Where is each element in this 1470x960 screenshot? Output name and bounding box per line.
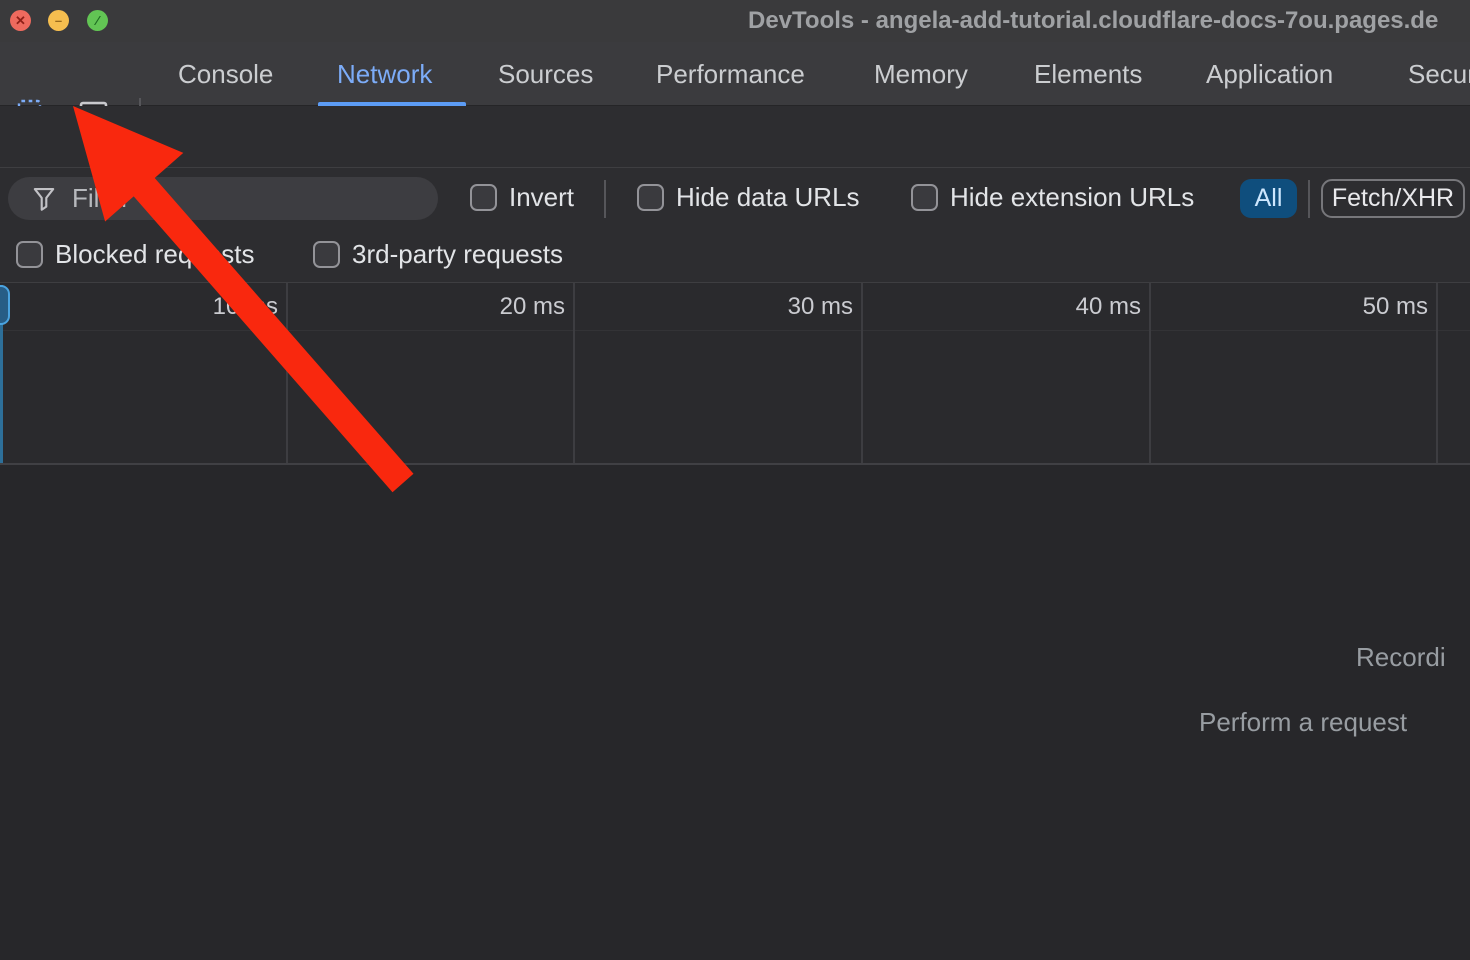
grid-line xyxy=(286,283,288,463)
close-icon: ✕ xyxy=(15,14,26,27)
close-window-button[interactable]: ✕ xyxy=(10,10,31,31)
checkbox-box xyxy=(470,184,497,211)
devtools-window: { "window": { "title": "DevTools - angel… xyxy=(0,0,1470,960)
timeline-tick-30ms: 30 ms xyxy=(788,293,853,321)
network-filter-bar: Invert Hide data URLs Hide extension URL… xyxy=(0,168,1470,228)
grid-line xyxy=(1436,283,1438,463)
tab-sources[interactable]: Sources xyxy=(498,42,593,106)
tab-network[interactable]: Network xyxy=(337,42,432,106)
tab-security[interactable]: Security xyxy=(1408,42,1470,106)
tab-application[interactable]: Application xyxy=(1206,42,1333,106)
third-party-requests-label: 3rd-party requests xyxy=(352,241,563,268)
hide-extension-urls-checkbox[interactable]: Hide extension URLs xyxy=(911,184,1194,211)
checkbox-box xyxy=(637,184,664,211)
blocked-requests-label: Blocked requests xyxy=(55,241,254,268)
third-party-requests-checkbox[interactable]: 3rd-party requests xyxy=(313,241,563,268)
minimize-window-button[interactable]: – xyxy=(48,10,69,31)
tab-console[interactable]: Console xyxy=(178,42,273,106)
filter-input[interactable] xyxy=(70,182,404,215)
hide-data-urls-label: Hide data URLs xyxy=(676,184,860,211)
checkbox-box xyxy=(911,184,938,211)
grid-line xyxy=(861,283,863,463)
request-type-chip-fetch-xhr[interactable]: Fetch/XHR xyxy=(1321,179,1465,218)
overview-label-separator xyxy=(0,330,1470,331)
timeline-tick-40ms: 40 ms xyxy=(1076,293,1141,321)
tab-elements[interactable]: Elements xyxy=(1034,42,1142,106)
title-bar: ✕ – ⁄ DevTools - angela-add-tutorial.clo… xyxy=(0,0,1470,42)
zoom-window-button[interactable]: ⁄ xyxy=(87,10,108,31)
network-requests-panel: Recordi Perform a request xyxy=(0,465,1470,960)
recording-status-text: Recordi xyxy=(1356,641,1446,673)
hide-data-urls-checkbox[interactable]: Hide data URLs xyxy=(637,184,860,211)
tab-memory[interactable]: Memory xyxy=(874,42,968,106)
request-type-chip-all[interactable]: All xyxy=(1240,179,1297,218)
hide-extension-urls-label: Hide extension URLs xyxy=(950,184,1194,211)
perform-request-hint-text: Perform a request xyxy=(1199,706,1407,738)
network-filter-bar-row2: Blocked requests 3rd-party requests xyxy=(0,228,1470,283)
checkbox-box xyxy=(313,241,340,268)
divider xyxy=(604,180,606,218)
minimize-icon: – xyxy=(55,14,62,27)
window-title: DevTools - angela-add-tutorial.cloudflar… xyxy=(748,0,1438,42)
invert-label: Invert xyxy=(509,184,574,211)
blocked-requests-checkbox[interactable]: Blocked requests xyxy=(16,241,254,268)
network-overview-timeline[interactable]: 10 ms 20 ms 30 ms 40 ms 50 ms xyxy=(0,283,1470,465)
devtools-tab-bar: Console Network Sources Performance Memo… xyxy=(0,42,1470,106)
tab-performance[interactable]: Performance xyxy=(656,42,805,106)
checkbox-box xyxy=(16,241,43,268)
timeline-tick-50ms: 50 ms xyxy=(1363,293,1428,321)
timeline-tick-10ms: 10 ms xyxy=(213,293,278,321)
fullscreen-icon: ⁄ xyxy=(96,14,98,27)
invert-filter-checkbox[interactable]: Invert xyxy=(470,184,574,211)
overview-drag-handle[interactable] xyxy=(0,285,10,325)
network-toolbar: Preserve log Disable cache No throttling xyxy=(0,106,1470,168)
filter-funnel-outline-icon xyxy=(32,186,56,212)
grid-line xyxy=(1149,283,1151,463)
filter-text-field[interactable] xyxy=(8,177,438,220)
grid-line xyxy=(573,283,575,463)
timeline-tick-20ms: 20 ms xyxy=(500,293,565,321)
divider xyxy=(1308,180,1310,218)
